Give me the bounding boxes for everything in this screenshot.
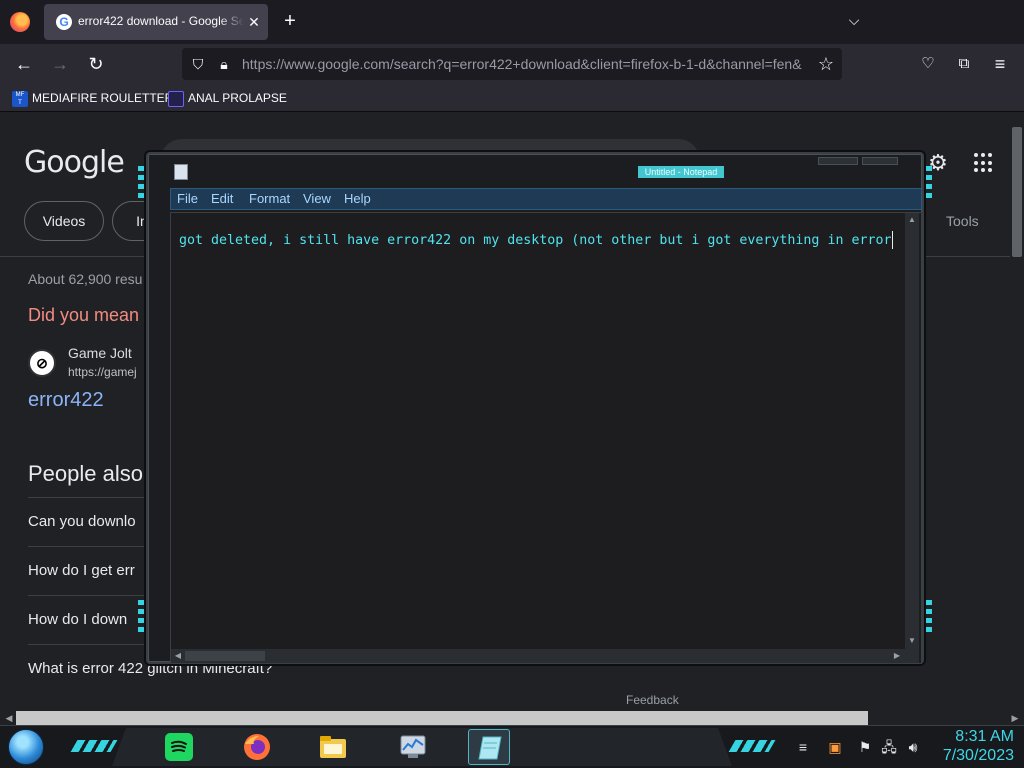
taskbar-task-manager[interactable]	[392, 729, 434, 765]
file-explorer-icon	[320, 736, 346, 758]
editor-vertical-scrollbar[interactable]: ▲ ▼	[905, 213, 919, 649]
result-title-link[interactable]: error422	[28, 389, 104, 412]
bookmark-label: MEDIAFIRE ROULETTER	[32, 91, 174, 105]
result-url: https://gamej	[68, 365, 137, 379]
bookmarks-bar: MF T MEDIAFIRE ROULETTER ANAL PROLAPSE	[0, 84, 1024, 112]
skin-accent-decoration	[926, 166, 932, 200]
minimize-button[interactable]	[818, 157, 858, 165]
skin-accent-decoration	[926, 600, 932, 634]
skin-accent-decoration	[138, 166, 144, 200]
scroll-right-icon[interactable]: ▶	[1008, 711, 1022, 725]
skin-accent-decoration	[138, 600, 144, 634]
extensions-icon[interactable]: ⧉	[952, 52, 976, 76]
app-tray-icon[interactable]: ▣	[826, 738, 844, 756]
url-text[interactable]: https://www.google.com/search?q=error422…	[242, 56, 812, 74]
new-tab-icon[interactable]: +	[280, 11, 300, 31]
shield-icon[interactable]: ⛉	[188, 54, 208, 74]
editor-horizontal-scrollbar[interactable]: ◀ ▶	[171, 649, 905, 663]
url-bar[interactable]: ⛉ 🔒︎ https://www.google.com/search?q=err…	[182, 48, 842, 80]
close-tab-icon[interactable]: ✕	[246, 12, 262, 32]
apps-grid-icon[interactable]	[974, 153, 994, 173]
skin-accent-decoration	[70, 740, 118, 752]
resize-grip-icon[interactable]	[905, 649, 919, 663]
did-you-mean: Did you mean	[28, 305, 140, 325]
google-favicon-icon: G	[56, 14, 72, 30]
menu-edit[interactable]: Edit	[211, 191, 233, 207]
back-icon[interactable]: ←	[12, 52, 36, 76]
scroll-down-icon[interactable]: ▼	[906, 635, 918, 647]
reload-icon[interactable]: ↻	[84, 52, 108, 76]
start-button[interactable]	[8, 729, 44, 765]
browser-toolbar: ← → ↻ ⛉ 🔒︎ https://www.google.com/search…	[0, 44, 1024, 84]
notepad-icon[interactable]	[174, 164, 188, 180]
bookmark-label: ANAL PROLAPSE	[188, 91, 287, 105]
people-also-ask-heading: People also	[28, 461, 143, 486]
mediafire-icon: MF T	[12, 90, 28, 107]
taskbar: ≡ ▣ ⚑ 🖧︎ 🔊︎ 8:31 AM 7/30/2023	[0, 725, 1024, 768]
menu-view[interactable]: View	[303, 191, 331, 207]
menu-help[interactable]: Help	[344, 191, 371, 207]
scroll-left-icon[interactable]: ◀	[2, 711, 16, 725]
scrollbar-thumb[interactable]	[185, 651, 265, 661]
menu-format[interactable]: Format	[249, 191, 290, 207]
lock-icon[interactable]: 🔒︎	[214, 54, 234, 74]
bookmark-anal-prolapse[interactable]: ANAL PROLAPSE	[168, 89, 287, 107]
tools-button[interactable]: Tools	[946, 213, 979, 229]
notepad-frame: Untitled - Notepad File Edit Format View…	[146, 152, 924, 664]
bookmark-folder-icon	[168, 90, 184, 107]
skin-accent-decoration	[728, 740, 776, 752]
task-manager-icon	[400, 735, 426, 758]
forward-icon[interactable]: →	[48, 52, 72, 76]
notepad-icon	[478, 736, 502, 760]
text-caret	[892, 231, 893, 249]
volume-icon[interactable]: 🔊︎	[904, 738, 922, 756]
taskbar-spotify[interactable]	[158, 729, 200, 765]
tab-videos[interactable]: Videos	[24, 201, 104, 241]
result-stats: About 62,900 resu	[28, 271, 143, 287]
google-logo[interactable]: Google	[24, 145, 125, 180]
page-horizontal-scrollbar[interactable]: ◀ ▶	[0, 711, 1024, 725]
gamejolt-icon: ⊘	[28, 349, 56, 377]
notepad-window[interactable]: Untitled - Notepad File Edit Format View…	[136, 148, 934, 668]
window-title: Untitled - Notepad	[638, 166, 724, 178]
spotify-icon	[165, 733, 193, 761]
clock-date[interactable]: 7/30/2023	[930, 747, 1014, 765]
firefox-icon[interactable]	[10, 12, 30, 32]
feedback-link[interactable]: Feedback	[626, 693, 679, 707]
scrollbar-thumb[interactable]	[1012, 127, 1022, 257]
page-vertical-scrollbar[interactable]	[1010, 113, 1024, 725]
scrollbar-thumb[interactable]	[16, 711, 868, 725]
desktop: G error422 download - Google Search ✕ + …	[0, 0, 1024, 768]
editor-text[interactable]: got deleted, i still have error422 on my…	[179, 231, 897, 251]
scroll-right-icon[interactable]: ▶	[891, 650, 903, 662]
browser-tab-bar: G error422 download - Google Search ✕ + …	[0, 0, 1024, 44]
action-center-icon[interactable]: ⚑	[856, 738, 874, 756]
clock-time[interactable]: 8:31 AM	[930, 728, 1014, 746]
taskbar-file-explorer[interactable]	[312, 729, 354, 765]
firefox-icon	[244, 734, 270, 760]
text-editor[interactable]: got deleted, i still have error422 on my…	[170, 212, 922, 664]
taskbar-notepad[interactable]	[468, 729, 510, 765]
bookmark-mediafire[interactable]: MF T MEDIAFIRE ROULETTER	[12, 89, 173, 107]
scroll-up-icon[interactable]: ▲	[906, 214, 918, 226]
chevron-down-icon[interactable]: ⌵	[844, 12, 864, 32]
pocket-icon[interactable]: ♡	[916, 52, 940, 76]
close-button[interactable]	[862, 157, 898, 165]
menu-bar: File Edit Format View Help	[170, 188, 922, 210]
menu-icon[interactable]: ≡	[988, 52, 1012, 76]
tab-title: error422 download - Google Search	[78, 14, 244, 28]
scroll-left-icon[interactable]: ◀	[172, 650, 184, 662]
bookmark-star-icon[interactable]: ☆	[816, 54, 836, 74]
result-site-name: Game Jolt	[68, 345, 132, 361]
menu-file[interactable]: File	[177, 191, 198, 207]
show-hidden-icons-icon[interactable]: ≡	[794, 738, 812, 756]
network-icon[interactable]: 🖧︎	[880, 738, 898, 756]
browser-tab[interactable]: G error422 download - Google Search ✕	[44, 4, 268, 40]
taskbar-firefox[interactable]	[236, 729, 278, 765]
